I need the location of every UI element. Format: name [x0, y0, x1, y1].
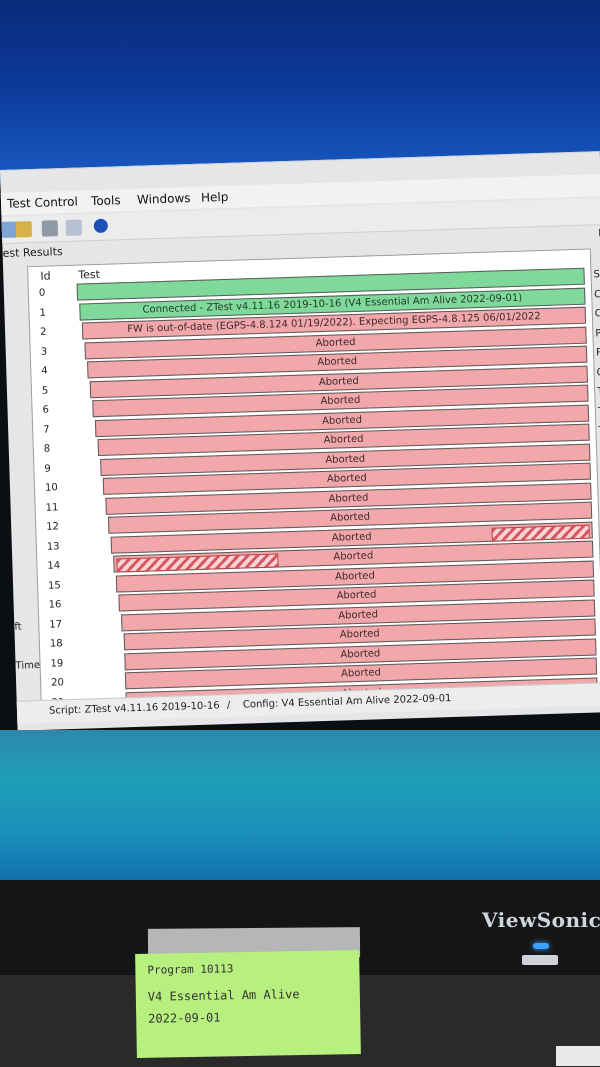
note-line-3: 2022-09-01 — [148, 1010, 221, 1026]
progress-hatch-left — [116, 553, 279, 573]
row-id: 14 — [47, 560, 61, 572]
row-id: 9 — [44, 463, 51, 475]
row-result-text: Aborted — [336, 589, 377, 602]
row-id: 1 — [39, 307, 47, 319]
row-id: 0 — [38, 287, 46, 299]
row-id: 5 — [41, 385, 49, 397]
row-result-text: Aborted — [325, 453, 366, 466]
row-id: 10 — [44, 482, 58, 494]
row-result-text: Aborted — [330, 511, 371, 524]
monitor-brand-logo: ViewSonic — [482, 908, 600, 932]
row-result-text: Aborted — [328, 492, 369, 505]
row-result-text: Aborted — [334, 569, 376, 583]
row-id: 18 — [49, 638, 63, 650]
menu-tools[interactable]: Tools — [91, 193, 121, 208]
help-icon[interactable] — [93, 218, 109, 234]
side-label-1: ft — [14, 621, 22, 633]
results-rows: 0 1 Connected - ZTest v4.11.16 2019-10-16 … — [28, 250, 598, 709]
status-config: Config: V4 Essential Am Alive 2022-09-01 — [242, 693, 452, 711]
row-result-text: Aborted — [321, 414, 363, 427]
row-result-text: Aborted — [318, 375, 359, 388]
row-id: 20 — [50, 677, 65, 689]
row-id: 12 — [46, 521, 60, 533]
note-line-2: V4 Essential Am Alive — [147, 987, 300, 1004]
row-id: 13 — [46, 540, 60, 553]
row-result-text: Aborted — [340, 647, 381, 661]
print-icon[interactable] — [41, 220, 59, 237]
note-line-1: Program 10113 — [147, 962, 234, 977]
row-test-name[interactable]: Ch — [594, 288, 600, 299]
row-result-text: Aborted — [333, 550, 374, 563]
power-led-icon — [533, 943, 549, 949]
folder-icon[interactable] — [15, 221, 33, 238]
status-script: Script: ZTest v4.11.16 2019-10-16 — [48, 700, 220, 717]
panel-title: est Results — [2, 245, 63, 260]
row-id: 4 — [41, 365, 48, 377]
row-id: 16 — [48, 599, 62, 611]
side-label-2: Time — [15, 659, 41, 672]
row-result-text: Aborted — [320, 394, 361, 408]
row-result-text: Aborted — [339, 628, 380, 641]
desktop-background-bottom — [0, 730, 600, 890]
row-test-name[interactable]: Pro — [596, 347, 600, 358]
row-id: 11 — [45, 501, 59, 514]
row-result-text: Aborted — [326, 472, 367, 485]
device-sticker — [556, 1046, 600, 1066]
row-id: 3 — [40, 346, 48, 358]
preview-icon[interactable] — [65, 219, 83, 236]
row-result-text: Aborted — [315, 336, 356, 349]
menu-windows[interactable]: Windows — [137, 191, 191, 207]
status-separator: / — [226, 700, 231, 712]
menu-test-control[interactable]: Test Control — [7, 195, 78, 211]
row-id: 6 — [42, 404, 50, 416]
row-test-name[interactable]: Se — [593, 269, 600, 280]
row-id: 17 — [49, 618, 63, 631]
column-header-id[interactable]: Id — [40, 269, 51, 282]
row-result-text: Aborted — [340, 667, 382, 680]
row-test-name[interactable]: Pro — [595, 327, 600, 338]
results-grid: Id Test 0 1 Connected - ZTest v4.11.16 201… — [27, 248, 600, 713]
row-id: 19 — [50, 657, 64, 670]
menu-help[interactable]: Help — [201, 190, 229, 205]
row-id: 7 — [43, 424, 50, 436]
row-test-name[interactable]: Clea — [596, 366, 600, 378]
row-result-text: Aborted — [338, 608, 379, 622]
row-id: 8 — [43, 443, 51, 455]
row-test-name[interactable]: Ch — [595, 308, 600, 319]
column-header-test[interactable]: Test — [78, 268, 100, 282]
row-id: 15 — [47, 579, 61, 592]
sticky-note: Program 10113 V4 Essential Am Alive 2022… — [135, 950, 361, 1058]
row-id: 2 — [39, 326, 47, 338]
progress-hatch-right — [491, 524, 590, 542]
row-result-text: Aborted — [317, 355, 358, 369]
power-button[interactable] — [522, 955, 558, 965]
row-result-text: Aborted — [331, 531, 372, 544]
row-result-text: Aborted — [323, 433, 364, 446]
ztest-window: Test Control Tools Windows Help est Resu… — [0, 151, 600, 731]
